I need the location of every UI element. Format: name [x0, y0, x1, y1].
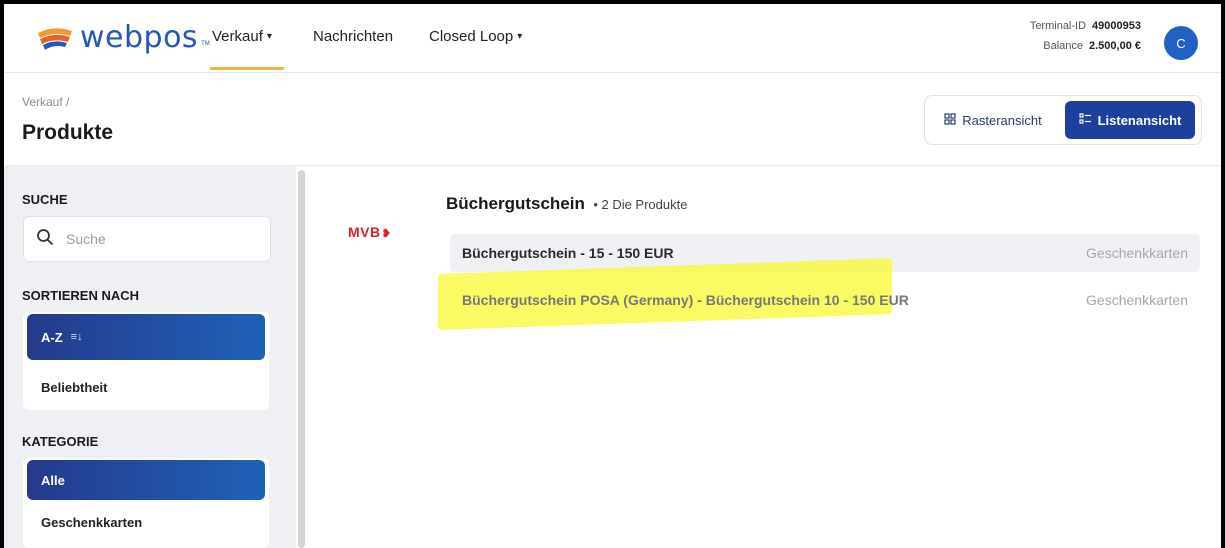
page-header: Verkauf / Produkte Rasteransicht Listena… [4, 73, 1221, 166]
list-view-label: Listenansicht [1097, 112, 1182, 128]
category-option-label: Alle [41, 472, 65, 488]
list-view-button[interactable]: Listenansicht [1065, 101, 1195, 139]
terminal-info: Terminal-ID 49000953 Balance 2.500,00 € [1030, 16, 1141, 56]
sidebar-scrollbar[interactable] [297, 166, 306, 548]
nav-verkauf[interactable]: Verkauf ▾ [212, 28, 272, 45]
grid-icon [944, 112, 956, 128]
balance-value: 2.500,00 € [1089, 40, 1141, 52]
product-group-header: Büchergutschein • 2 Die Produkte [446, 194, 687, 214]
list-icon [1078, 112, 1092, 128]
nav-closed-loop-label: Closed Loop [429, 28, 514, 45]
product-name: Büchergutschein - 15 - 150 EUR [462, 245, 674, 261]
scrollbar-thumb[interactable] [298, 170, 305, 548]
category-option-geschenkkarten[interactable]: Geschenkkarten [27, 502, 265, 542]
grid-view-button[interactable]: Rasteransicht [931, 101, 1055, 139]
sort-options-card: A-Z ≡↓ Beliebtheit [23, 312, 269, 410]
logo-wordmark: webpos [80, 20, 199, 55]
sort-az-icon: ≡↓ [70, 331, 83, 343]
view-toggle: Rasteransicht Listenansicht [924, 95, 1202, 145]
search-input[interactable] [64, 226, 258, 252]
sort-option-az[interactable]: A-Z ≡↓ [27, 314, 265, 360]
search-section-title: SUCHE [22, 192, 68, 207]
sort-section-title: SORTIEREN NACH [22, 288, 140, 303]
nav-closed-loop[interactable]: Closed Loop ▾ [429, 28, 522, 45]
terminal-id-value: 49000953 [1092, 20, 1141, 32]
search-icon [36, 228, 54, 251]
terminal-id-row: Terminal-ID 49000953 [1030, 16, 1141, 36]
chevron-down-icon: ▾ [517, 31, 523, 42]
brand-logo-text: MVB [348, 224, 381, 240]
chevron-down-icon: ▾ [266, 31, 272, 42]
nav-active-indicator [210, 67, 284, 70]
app-window: webpos TM Verkauf ▾ Nachrichten Closed Lo… [4, 4, 1221, 548]
product-row[interactable]: Büchergutschein POSA (Germany) - Bücherg… [450, 281, 1200, 319]
category-options-card: Alle Geschenkkarten [23, 458, 269, 548]
sort-option-label: A-Z [41, 329, 63, 345]
user-avatar[interactable]: C [1164, 26, 1198, 60]
webpos-swoosh-icon [38, 28, 72, 50]
product-group-name: Büchergutschein [446, 194, 585, 213]
product-name: Büchergutschein POSA (Germany) - Bücherg… [462, 292, 909, 308]
search-field[interactable] [23, 216, 271, 262]
grid-view-label: Rasteransicht [962, 112, 1042, 128]
category-option-label: Geschenkkarten [41, 514, 143, 530]
sort-option-label: Beliebtheit [41, 379, 108, 395]
balance-row: Balance 2.500,00 € [1030, 36, 1141, 56]
product-group-count: • 2 Die Produkte [593, 197, 688, 212]
category-option-alle[interactable]: Alle [27, 460, 265, 500]
terminal-id-label: Terminal-ID [1029, 20, 1087, 32]
nav-nachrichten[interactable]: Nachrichten [313, 28, 393, 45]
mvb-brand-logo: MVB❥ [348, 224, 391, 240]
top-navigation-bar: webpos TM Verkauf ▾ Nachrichten Closed Lo… [4, 4, 1221, 73]
nav-verkauf-label: Verkauf [212, 28, 263, 45]
page-title: Produkte [22, 121, 114, 144]
mvb-mark-icon: ❥ [381, 228, 392, 240]
product-category: Geschenkkarten [1086, 245, 1188, 261]
category-section-title: KATEGORIE [22, 434, 99, 449]
filter-sidebar: SUCHE SORTIEREN NACH A-Z ≡↓ Beliebtheit … [4, 166, 296, 548]
breadcrumb[interactable]: Verkauf / [22, 95, 69, 109]
webpos-logo[interactable]: webpos TM [36, 22, 210, 54]
logo-trademark: TM [201, 41, 210, 47]
sort-option-beliebtheit[interactable]: Beliebtheit [27, 364, 265, 410]
nav-nachrichten-label: Nachrichten [313, 28, 394, 45]
product-category: Geschenkkarten [1086, 292, 1188, 308]
balance-label: Balance [1043, 40, 1083, 52]
